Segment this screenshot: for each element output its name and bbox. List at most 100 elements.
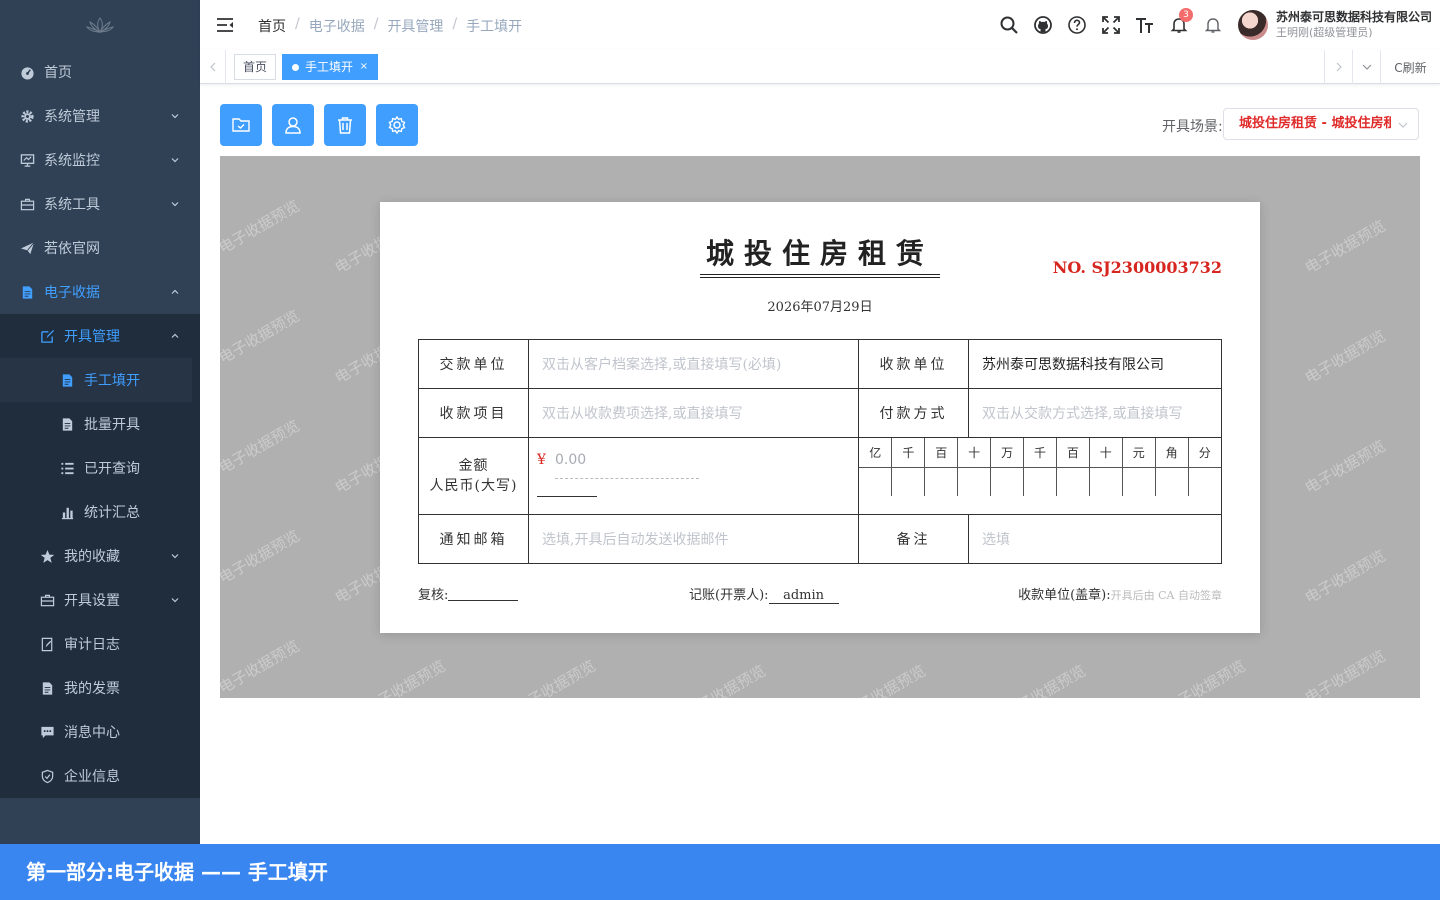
sidebar-item-company-info[interactable]: 企业信息: [0, 754, 200, 798]
receipt-icon: [19, 284, 35, 300]
bell-outline-icon: [1204, 18, 1222, 33]
delete-button[interactable]: [324, 104, 366, 146]
user-info[interactable]: 苏州泰可思数据科技有限公司 王明刚(超级管理员): [1276, 11, 1432, 38]
payee-input[interactable]: 苏州泰可思数据科技有限公司: [968, 339, 1222, 389]
sidebar-item-issue-settings[interactable]: 开具设置: [0, 578, 200, 622]
receipt-title: 城投住房租赁: [705, 237, 934, 270]
seal-label: 收款单位(盖章):: [1018, 588, 1111, 603]
breadcrumb-home[interactable]: 首页: [258, 16, 286, 36]
user-role: 王明刚(超级管理员): [1275, 25, 1373, 39]
tags-scroll-left[interactable]: [200, 50, 226, 84]
breadcrumb-separator: /: [373, 16, 379, 32]
digit-value: [1088, 466, 1123, 496]
amount-input[interactable]: 0.00: [555, 452, 586, 468]
sidebar: 首页 系统管理 系统监控 系统工具 若依官网 电子收据 开具管理 手工填开 批量…: [0, 0, 200, 900]
sidebar-item-e-receipt[interactable]: 电子收据: [0, 270, 200, 314]
star-icon: [39, 548, 55, 564]
chevron-up-icon: [171, 289, 179, 294]
shield-check-icon: [39, 768, 55, 784]
logo[interactable]: [0, 0, 200, 50]
receipt-form: 城投住房租赁 NO. SJ2300003732 2026年07月29日 交款单位…: [380, 202, 1260, 633]
sidebar-item-issue-management[interactable]: 开具管理: [0, 314, 200, 358]
notification-button[interactable]: 3: [1162, 0, 1196, 50]
sidebar-item-ruoyi-site[interactable]: 若依官网: [0, 226, 200, 270]
font-size-button[interactable]: [1128, 0, 1162, 50]
font-size-icon: [1135, 18, 1153, 33]
digit-value: [990, 466, 1025, 496]
caption-banner: 第一部分:电子收据 —— 手工填开: [0, 844, 1440, 900]
sidebar-item-audit-log[interactable]: 审计日志: [0, 622, 200, 666]
tags-dropdown[interactable]: [1352, 50, 1380, 84]
sidebar-item-manual-issue[interactable]: 手工填开: [0, 358, 200, 402]
watermark: 电子收据预览: [220, 526, 303, 588]
avatar[interactable]: [1237, 10, 1268, 40]
user-icon: [285, 117, 301, 134]
digit-unit: 亿: [859, 438, 893, 468]
chevron-down-icon: [171, 202, 179, 207]
sidebar-item-system[interactable]: 系统管理: [0, 94, 200, 138]
breadcrumb-e-receipt: 电子收据: [308, 19, 365, 35]
breadcrumb: 首页 / 电子收据 / 开具管理 / 手工填开: [258, 16, 522, 36]
tag-home[interactable]: 首页: [234, 54, 277, 80]
tags-scroll-right[interactable]: [1324, 50, 1352, 84]
payment-method-input[interactable]: 双击从交款方式选择,或直接填写: [968, 388, 1222, 438]
digit-value: [1121, 466, 1156, 496]
settings-button[interactable]: [376, 104, 418, 146]
tag-close-icon[interactable]: ×: [360, 55, 368, 79]
digit-value: [1055, 466, 1090, 496]
sidebar-item-label: 已开查询: [84, 461, 140, 477]
watermark: 电子收据预览: [1301, 326, 1389, 388]
edit-doc-icon: [39, 636, 55, 652]
sidebar-item-batch-issue[interactable]: 批量开具: [0, 402, 200, 446]
receipt-date: 2026年07月29日: [767, 300, 873, 315]
digit-value: [1023, 466, 1057, 496]
sidebar-item-label: 企业信息: [64, 769, 120, 785]
github-button[interactable]: [1026, 0, 1060, 50]
digit-value: [859, 466, 893, 496]
sidebar-item-statistics[interactable]: 统计汇总: [0, 490, 200, 534]
sidebar-item-messages[interactable]: 消息中心: [0, 710, 200, 754]
receipt-table: 交款单位 双击从客户档案选择,或直接填写(必填) 收款单位 苏州泰可思数据科技有…: [418, 339, 1222, 564]
select-folder-button[interactable]: [220, 104, 262, 146]
amount-digits-grid: 亿 千 百 十 万 千 百 十 元 角 分: [859, 438, 1221, 496]
sidebar-item-favorites[interactable]: 我的收藏: [0, 534, 200, 578]
amount-input-cell[interactable]: ¥ 0.00: [528, 437, 859, 515]
remark-label: 备注: [858, 514, 969, 564]
scene-select[interactable]: 城投住房租赁 - 城投住房租赁: [1223, 108, 1419, 140]
email-input[interactable]: 选填,开具后自动发送收据邮件: [528, 514, 859, 564]
digit-values-row: [859, 466, 1221, 496]
payer-input[interactable]: 双击从客户档案选择,或直接填写(必填): [528, 339, 859, 389]
bar-chart-icon: [59, 504, 75, 520]
watermark: 电子收据预览: [841, 661, 929, 698]
search-button[interactable]: [992, 0, 1026, 50]
e-receipt-submenu: 开具管理 手工填开 批量开具 已开查询 统计汇总 我的收藏 开具设置 审计日志 …: [0, 314, 200, 798]
tag-manual-issue[interactable]: 手工填开 ×: [282, 54, 379, 80]
sidebar-item-my-invoices[interactable]: 我的发票: [0, 666, 200, 710]
tags-view: 首页 手工填开 × C刷新: [200, 50, 1440, 84]
digit-unit: 角: [1154, 438, 1189, 468]
digit-unit: 十: [1088, 438, 1123, 468]
sidebar-item-label: 消息中心: [64, 725, 120, 741]
monitor-icon: [19, 152, 35, 168]
remark-input[interactable]: 选填: [968, 514, 1222, 564]
review-blank[interactable]: [448, 587, 519, 601]
digit-value: [957, 466, 992, 496]
digit-unit: 元: [1121, 438, 1156, 468]
sidebar-item-label: 我的发票: [64, 681, 120, 697]
list-icon: [59, 460, 75, 476]
fullscreen-button[interactable]: [1094, 0, 1128, 50]
table-row: 金额 人民币(大写) ¥ 0.00 亿 千 百 十 万 千 百 十 元 角 分: [418, 437, 1222, 515]
sidebar-item-home[interactable]: 首页: [0, 50, 200, 94]
refresh-button[interactable]: C刷新: [1380, 50, 1440, 84]
select-customer-button[interactable]: [272, 104, 314, 146]
sidebar-item-issued-query[interactable]: 已开查询: [0, 446, 200, 490]
message-bell-button[interactable]: [1196, 0, 1230, 50]
item-input[interactable]: 双击从收款费项选择,或直接填写: [528, 388, 859, 438]
sidebar-scrollbar[interactable]: [192, 314, 200, 798]
sidebar-item-monitor[interactable]: 系统监控: [0, 138, 200, 182]
watermark: 电子收据预览: [1161, 656, 1249, 698]
digit-unit: 百: [924, 438, 959, 468]
hamburger-icon[interactable]: [216, 16, 234, 34]
help-button[interactable]: [1060, 0, 1094, 50]
sidebar-item-tools[interactable]: 系统工具: [0, 182, 200, 226]
